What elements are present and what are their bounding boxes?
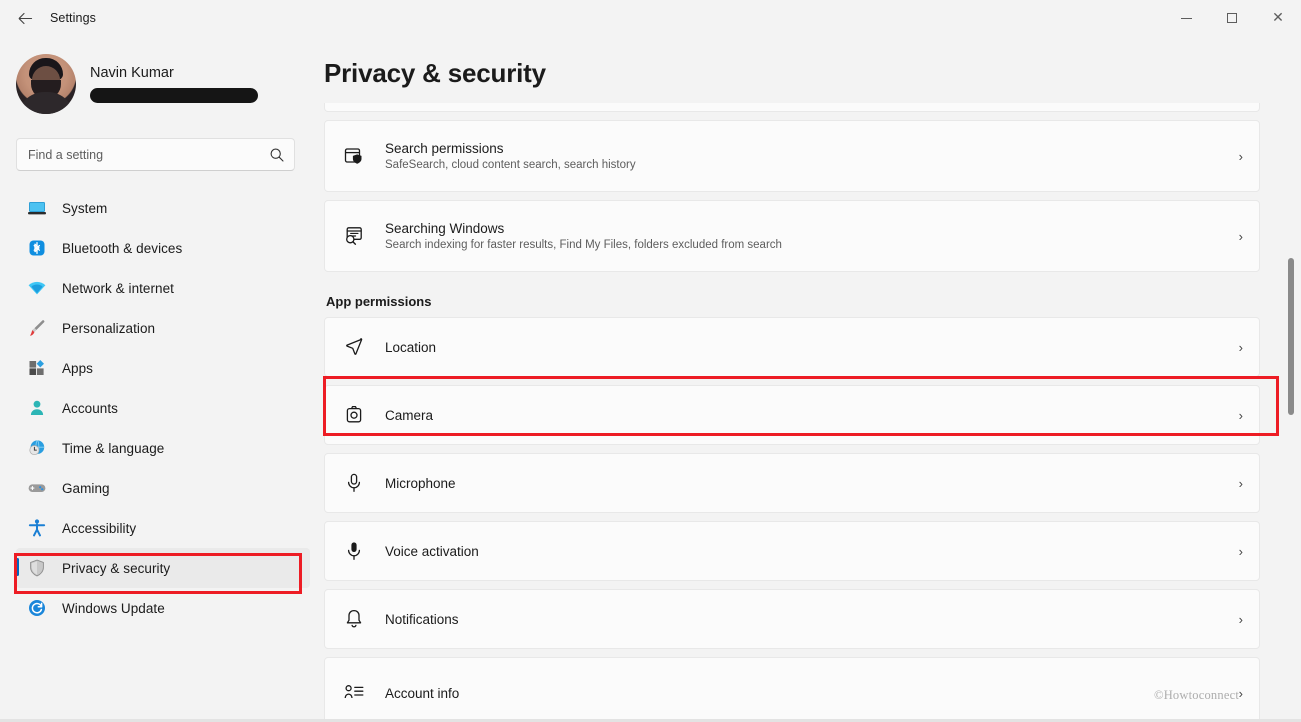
card-subtitle: SafeSearch, cloud content search, search… <box>385 159 636 171</box>
camera-icon <box>339 400 369 430</box>
voice-activation-icon <box>339 536 369 566</box>
sidebar-item-personalization[interactable]: Personalization <box>16 308 310 348</box>
sidebar: Navin Kumar System <box>0 36 320 722</box>
sidebar-item-label: Apps <box>62 360 93 376</box>
card-subtitle: Search indexing for faster results, Find… <box>385 239 782 251</box>
microphone-icon <box>339 468 369 498</box>
sidebar-item-time-language[interactable]: Time & language <box>16 428 310 468</box>
settings-window: Settings ✕ Navin Kumar Find a setting Sy… <box>0 0 1301 722</box>
sidebar-item-privacy-security[interactable]: Privacy & security <box>16 548 310 588</box>
back-arrow-icon <box>18 12 32 24</box>
settings-scroll-area: Search permissions SafeSearch, cloud con… <box>320 103 1301 722</box>
sidebar-item-label: Network & internet <box>62 280 174 296</box>
card-location[interactable]: Location › <box>324 317 1260 377</box>
sidebar-item-label: Personalization <box>62 320 156 336</box>
section-header-app-permissions: App permissions <box>326 294 432 309</box>
chevron-right-icon: › <box>1238 228 1243 244</box>
search-permissions-icon <box>339 141 369 171</box>
account-info-icon <box>339 678 369 708</box>
shield-icon <box>26 557 48 579</box>
clock-globe-icon <box>26 437 48 459</box>
sidebar-item-label: Bluetooth & devices <box>62 240 183 256</box>
title-bar: Settings ✕ <box>0 0 1301 36</box>
card-notifications[interactable]: Notifications › <box>324 589 1260 649</box>
card-title: Location <box>385 339 437 355</box>
search-input[interactable] <box>17 139 294 170</box>
card-camera[interactable]: Camera › <box>324 385 1260 445</box>
sidebar-item-system[interactable]: System <box>16 188 310 228</box>
main-scrollbar[interactable] <box>1285 36 1296 722</box>
partially-scrolled-card[interactable] <box>324 103 1260 112</box>
sidebar-item-label: System <box>62 200 108 216</box>
sidebar-item-label: Accounts <box>62 400 118 416</box>
searching-windows-icon <box>339 221 369 251</box>
card-title: Search permissions <box>385 141 504 156</box>
bell-icon <box>339 604 369 634</box>
sidebar-item-label: Windows Update <box>62 600 165 616</box>
person-icon <box>26 397 48 419</box>
scrollbar-thumb[interactable] <box>1288 258 1294 415</box>
account-email-redacted <box>90 88 258 103</box>
card-searching-windows[interactable]: Searching Windows Search indexing for fa… <box>324 200 1260 272</box>
selection-indicator <box>16 558 19 576</box>
maximize-button[interactable] <box>1209 0 1255 36</box>
account-header[interactable]: Navin Kumar <box>16 52 320 116</box>
chevron-right-icon: › <box>1238 407 1243 423</box>
accessibility-icon <box>26 517 48 539</box>
card-title: Voice activation <box>385 543 479 559</box>
card-title: Account info <box>385 685 460 701</box>
sidebar-item-label: Accessibility <box>62 520 137 536</box>
search-box[interactable] <box>16 138 295 171</box>
card-microphone[interactable]: Microphone › <box>324 453 1260 513</box>
apps-grid-icon <box>26 357 48 379</box>
sidebar-item-label: Time & language <box>62 440 165 456</box>
chevron-right-icon: › <box>1238 685 1243 701</box>
account-name: Navin Kumar <box>90 65 174 81</box>
sidebar-item-accounts[interactable]: Accounts <box>16 388 310 428</box>
window-controls: ✕ <box>1163 0 1301 36</box>
chevron-right-icon: › <box>1238 611 1243 627</box>
card-title: Notifications <box>385 611 459 627</box>
card-search-permissions[interactable]: Search permissions SafeSearch, cloud con… <box>324 120 1260 192</box>
sidebar-item-bluetooth-devices[interactable]: Bluetooth & devices <box>16 228 310 268</box>
wifi-icon <box>26 277 48 299</box>
app-title: Settings <box>50 11 96 25</box>
page-title: Privacy & security <box>324 58 546 88</box>
sidebar-item-accessibility[interactable]: Accessibility <box>16 508 310 548</box>
card-title: Camera <box>385 407 434 423</box>
gamepad-icon <box>26 477 48 499</box>
sidebar-nav: System Bluetooth & devices Network & int… <box>0 188 320 628</box>
chevron-right-icon: › <box>1238 475 1243 491</box>
sidebar-item-label: Privacy & security <box>62 560 171 576</box>
sidebar-item-label: Gaming <box>62 480 110 496</box>
avatar <box>16 54 76 114</box>
sidebar-item-windows-update[interactable]: Windows Update <box>16 588 310 628</box>
sidebar-item-apps[interactable]: Apps <box>16 348 310 388</box>
search-icon[interactable] <box>269 147 285 163</box>
chevron-right-icon: › <box>1238 339 1243 355</box>
card-title: Microphone <box>385 475 456 491</box>
back-button[interactable] <box>8 4 42 32</box>
chevron-right-icon: › <box>1238 543 1243 559</box>
minimize-button[interactable] <box>1163 0 1209 36</box>
update-refresh-icon <box>26 597 48 619</box>
watermark: ©Howtoconnect <box>1154 688 1239 702</box>
location-arrow-icon <box>339 332 369 362</box>
close-button[interactable]: ✕ <box>1255 0 1301 36</box>
card-title: Searching Windows <box>385 221 505 236</box>
bluetooth-icon <box>26 237 48 259</box>
main-content: Privacy & security Search permissions Sa… <box>320 36 1301 722</box>
card-voice-activation[interactable]: Voice activation › <box>324 521 1260 581</box>
card-account-info[interactable]: Account info › <box>324 657 1260 722</box>
sidebar-item-gaming[interactable]: Gaming <box>16 468 310 508</box>
system-monitor-icon <box>26 197 48 219</box>
chevron-right-icon: › <box>1238 148 1243 164</box>
paintbrush-icon <box>26 317 48 339</box>
sidebar-item-network-internet[interactable]: Network & internet <box>16 268 310 308</box>
